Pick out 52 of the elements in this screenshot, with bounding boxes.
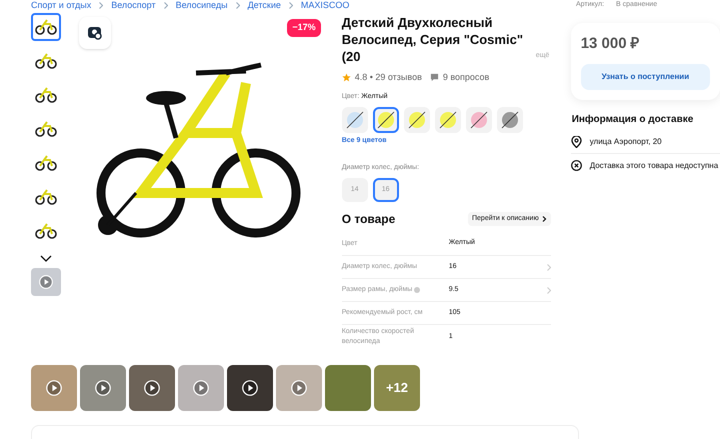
play-icon <box>144 380 160 396</box>
chevron-right-icon <box>542 216 547 222</box>
rating-text[interactable]: 4.8 • 29 отзывов <box>354 71 422 84</box>
section-title: О товаре <box>342 211 396 228</box>
chevron-right-icon <box>546 264 551 270</box>
camera-search-icon <box>86 25 103 41</box>
color-option[interactable] <box>496 107 523 133</box>
star-icon <box>342 73 351 82</box>
image-search-button[interactable] <box>78 17 111 49</box>
video-thumbnail[interactable] <box>129 365 175 411</box>
location-pin-icon <box>570 136 582 148</box>
video-thumbnail[interactable] <box>276 365 322 411</box>
breadcrumb-link[interactable]: Велоспорт <box>111 0 156 11</box>
color-option[interactable] <box>372 107 399 133</box>
video-thumbnail[interactable] <box>178 365 224 411</box>
cross-circle-icon <box>570 160 582 171</box>
questions-link[interactable]: 9 вопросов <box>442 71 490 84</box>
breadcrumb-link[interactable]: MAXISCOO <box>300 0 350 11</box>
video-thumbnail[interactable] <box>80 365 126 411</box>
color-option[interactable] <box>342 107 368 133</box>
color-option[interactable] <box>404 107 430 133</box>
play-icon <box>95 380 111 396</box>
play-icon <box>291 380 307 396</box>
notify-button[interactable]: Узнать о поступлении <box>580 64 710 90</box>
video-thumbnail[interactable] <box>227 365 273 411</box>
color-option[interactable] <box>434 107 461 133</box>
chat-icon <box>430 73 439 82</box>
chevron-right-icon <box>164 2 168 9</box>
breadcrumb-link[interactable]: Велосипеды <box>176 0 228 11</box>
color-option[interactable] <box>466 107 492 133</box>
play-icon <box>46 380 62 396</box>
price: 13 000 ₽ <box>580 34 641 54</box>
play-icon <box>39 275 54 289</box>
photo-thumbnail[interactable] <box>31 13 62 41</box>
breadcrumb-link[interactable]: Детские <box>248 0 281 11</box>
chevron-right-icon <box>288 2 293 9</box>
breadcrumb-link[interactable]: Спорт и отдых <box>31 0 92 11</box>
delivery-text: Доставка этого товара недоступна <box>590 160 718 172</box>
chevron-down-icon[interactable] <box>40 255 52 262</box>
photo-thumbnail[interactable] <box>325 365 371 411</box>
discount-badge: −17% <box>287 19 321 36</box>
chevron-right-icon <box>236 2 240 9</box>
video-thumbnail[interactable] <box>31 365 77 411</box>
chevron-right-icon <box>99 2 104 9</box>
delivery-title: Информация о доставке <box>572 112 694 126</box>
play-icon <box>193 380 209 396</box>
product-title: Детский Двухколесный Велосипед, Серия "Cosmic" (20 <box>342 14 524 65</box>
video-thumbnail[interactable] <box>31 268 62 296</box>
more-media-button[interactable]: +12 <box>374 365 420 411</box>
delivery-text: улица Аэропорт, 20 <box>590 136 662 148</box>
play-icon <box>242 380 258 396</box>
chevron-right-icon <box>546 286 551 294</box>
